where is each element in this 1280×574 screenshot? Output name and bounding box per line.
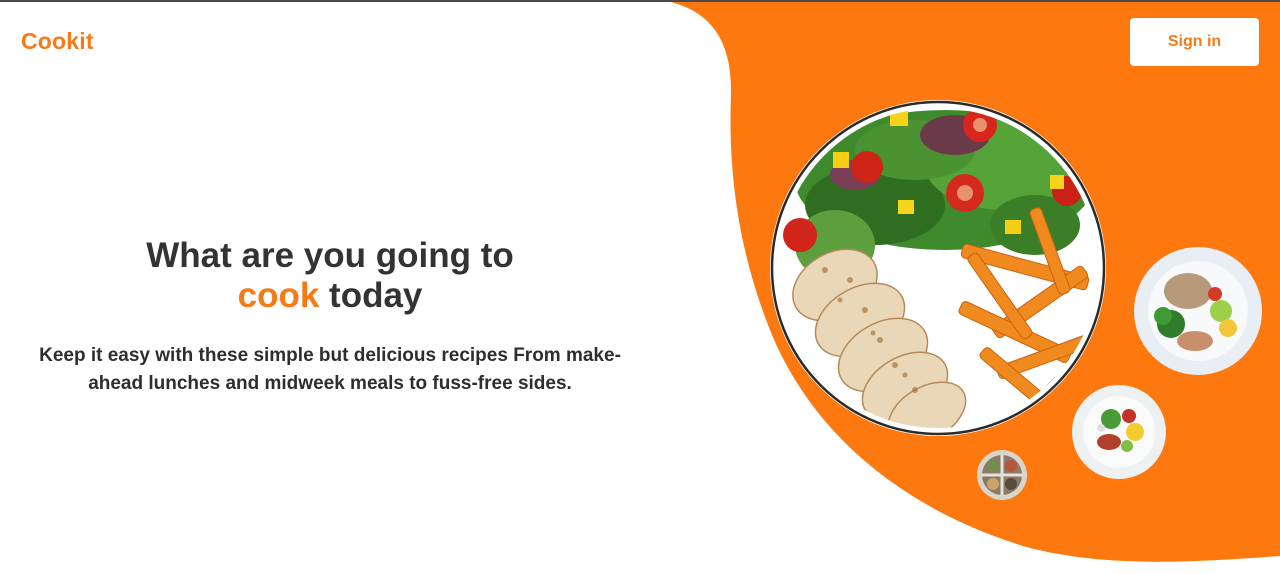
rice-vegetables-plate [1134, 247, 1262, 375]
headline-highlight: cook [237, 276, 320, 315]
mini-meal-plate [977, 450, 1027, 500]
headline-line-1: What are you going to [146, 236, 514, 275]
top-border [0, 0, 1280, 2]
chicken-salad-fries-plate [770, 100, 1106, 436]
hero-section: What are you going to cook today Keep it… [30, 236, 630, 398]
headline-line-2: today [319, 276, 423, 315]
sign-in-button[interactable]: Sign in [1130, 18, 1259, 66]
salad-bowl-plate [1072, 385, 1166, 479]
hero-headline: What are you going to cook today [30, 236, 630, 316]
hero-subtext: Keep it easy with these simple but delic… [39, 345, 621, 394]
app-logo[interactable]: Cookit [21, 28, 94, 55]
